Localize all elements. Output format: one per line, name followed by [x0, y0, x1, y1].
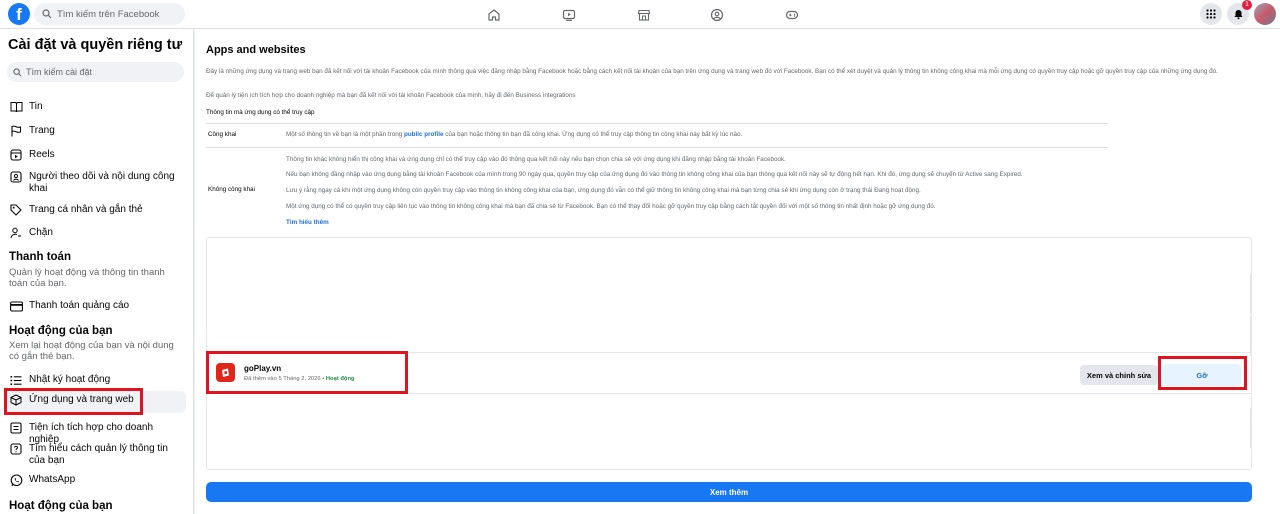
private-line: Thông tin khác không hiển thị công khai … — [286, 156, 786, 163]
apps-websites-panel: Apps and websites Đây là những ứng dụng … — [195, 29, 1280, 514]
sidebar-item-label: WhatsApp — [29, 474, 76, 485]
payments-heading: Thanh toán — [9, 251, 71, 263]
sidebar-item-label: Người theo dõi và nội dung công khai — [29, 171, 175, 194]
intro-text: Đây là những ứng dụng và trang web bạn đ… — [206, 68, 1218, 75]
sidebar-item-label: Thanh toán quảng cáo — [29, 300, 130, 311]
sidebar-item-followers[interactable]: Người theo dõi và nội dung công khai — [5, 168, 186, 197]
account-controls: 1 — [1200, 0, 1276, 25]
block-user-icon — [9, 226, 23, 240]
see-more-button[interactable]: Xem thêm — [206, 482, 1252, 502]
sidebar-item-stories[interactable]: Tin — [5, 98, 186, 116]
help-icon — [9, 442, 23, 456]
sidebar-item-label: Trang cá nhân và gắn thẻ — [29, 204, 143, 215]
public-profile-link[interactable]: public profile — [404, 131, 444, 138]
profile-icon[interactable] — [707, 5, 727, 25]
private-line: Một ứng dụng có thể có quyền truy cập li… — [286, 203, 936, 210]
marketplace-icon[interactable] — [634, 5, 654, 25]
settings-search-box[interactable] — [7, 62, 184, 82]
learn-more-link[interactable]: Tìm hiểu thêm — [286, 219, 329, 226]
book-icon — [9, 100, 23, 114]
tag-icon — [9, 203, 23, 217]
sidebar-item-label: Reels — [29, 149, 55, 160]
private-info-row: Không công khai Thông tin khác không hiể… — [206, 149, 1108, 234]
sidebar-item-pages[interactable]: Trang — [5, 122, 186, 140]
search-icon — [13, 67, 22, 76]
private-line: Lưu ý rằng ngay cả khi một ứng dụng khôn… — [286, 187, 921, 194]
notification-count-badge: 1 — [1242, 0, 1252, 10]
public-text: Một số thông tin về bạn là một phần tron… — [286, 131, 1106, 138]
whatsapp-icon — [9, 473, 23, 487]
public-label: Công khai — [208, 131, 237, 138]
view-edit-button[interactable]: Xem và chỉnh sửa — [1080, 365, 1158, 385]
sidebar-item-ad-payments[interactable]: Thanh toán quảng cáo — [5, 297, 186, 315]
menu-grid-icon[interactable] — [1200, 3, 1222, 25]
sidebar-item-label: Nhật ký hoạt động — [29, 374, 111, 385]
main-nav — [470, 5, 810, 25]
flag-icon — [9, 124, 23, 138]
page-title: Apps and websites — [206, 44, 306, 56]
payments-description: Quản lý hoạt động và thông tin thanh toá… — [9, 267, 165, 289]
sidebar-item-blocking[interactable]: Chặn — [5, 224, 186, 242]
integration-icon — [9, 421, 23, 435]
sidebar-item-profile-tagging[interactable]: Trang cá nhân và gắn thẻ — [5, 201, 186, 219]
sidebar-item-reels[interactable]: Reels — [5, 146, 186, 164]
video-icon[interactable] — [559, 5, 579, 25]
list-icon — [9, 373, 23, 387]
public-info-row: Công khai Một số thông tin về bạn là một… — [206, 124, 1108, 148]
business-integrations-text: Để quản lý tiện ích tích hợp cho doanh n… — [206, 92, 576, 99]
gaming-icon[interactable] — [782, 5, 802, 25]
public-text-before: Một số thông tin về bạn là một phần tron… — [286, 131, 403, 138]
activity-description: Xem lại hoạt động của bạn và nội dung có… — [9, 340, 174, 362]
sidebar-item-label: Tin — [29, 101, 43, 112]
facebook-search-box[interactable] — [34, 3, 185, 25]
panel-divider — [1250, 408, 1251, 448]
access-heading: Thông tin mà ứng dụng có thể truy cập — [206, 109, 315, 116]
settings-search-input[interactable] — [26, 67, 176, 77]
top-navigation-bar: f 1 — [0, 0, 1280, 29]
facebook-logo-icon[interactable]: f — [8, 3, 30, 25]
search-icon — [42, 9, 52, 19]
sidebar-title: Cài đặt và quyền riêng tư — [8, 37, 183, 53]
bottom-activity-heading: Hoạt động của bạn — [9, 500, 113, 512]
panel-divider — [1250, 274, 1251, 314]
notifications-bell-icon[interactable]: 1 — [1227, 0, 1252, 25]
private-line: Nếu bạn không đăng nhập vào ứng dụng bằn… — [286, 171, 1023, 178]
credit-card-icon — [9, 299, 23, 313]
home-icon[interactable] — [484, 5, 504, 25]
sidebar-item-label: Chặn — [29, 227, 53, 238]
access-info-table: Công khai Một số thông tin về bạn là một… — [206, 123, 1108, 226]
sidebar-item-label: Tìm hiểu cách quản lý thông tin của bạn — [29, 443, 168, 466]
public-text-after: của bạn hoặc thông tin bạn đã công khai.… — [445, 131, 743, 138]
highlight-box-app — [206, 351, 408, 394]
reels-icon — [9, 148, 23, 162]
panel-divider — [1250, 316, 1251, 356]
sidebar-item-whatsapp[interactable]: WhatsApp — [5, 471, 186, 489]
account-avatar[interactable] — [1254, 3, 1276, 25]
highlight-box-sidebar — [4, 388, 143, 415]
private-label: Không công khai — [208, 186, 255, 193]
highlight-box-remove — [1158, 356, 1247, 390]
followers-icon — [9, 170, 23, 184]
activity-heading: Hoạt động của bạn — [9, 325, 113, 337]
settings-sidebar: Cài đặt và quyền riêng tư Tin Trang Reel… — [0, 29, 194, 514]
sidebar-item-label: Trang — [29, 125, 55, 136]
sidebar-item-activity-log[interactable]: Nhật ký hoạt động — [5, 371, 186, 389]
sidebar-item-manage-info[interactable]: Tìm hiểu cách quản lý thông tin của bạn — [5, 440, 186, 469]
facebook-search-input[interactable] — [57, 8, 185, 20]
